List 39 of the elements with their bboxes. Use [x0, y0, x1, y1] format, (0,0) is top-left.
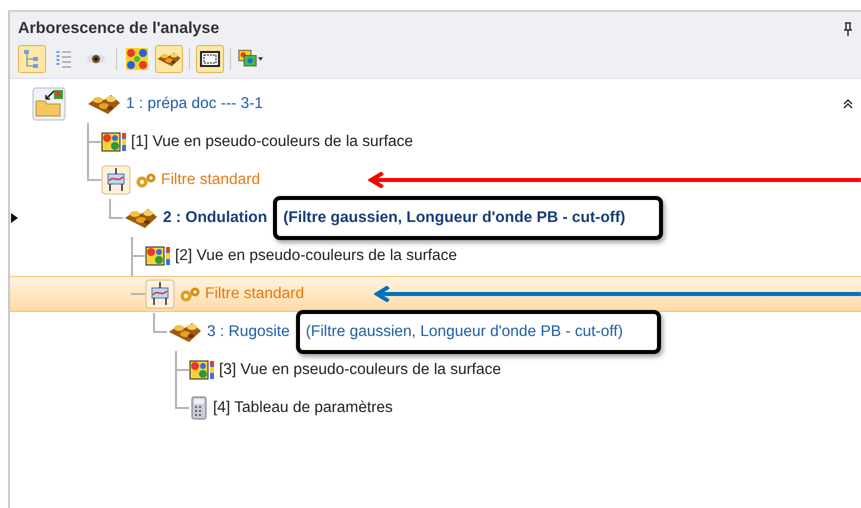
panel-title: Arborescence de l'analyse — [18, 20, 220, 38]
toolbar-button[interactable] — [196, 45, 224, 73]
list-icon — [56, 49, 72, 69]
tree-item-label: [1] Vue en pseudo-couleurs de la surface — [131, 133, 414, 151]
tree-item-label: Filtre standard — [161, 171, 260, 189]
tree-item-label: 2 : Ondulation — [163, 209, 268, 227]
tree-item-label: 1 : prépa doc --- 3-1 — [126, 95, 263, 113]
terrain-surface-icon — [167, 320, 203, 344]
filter-diagram-icon — [145, 279, 175, 309]
tree-item-label: 3 : Rugosite — [207, 323, 290, 341]
color-map-icon — [189, 360, 215, 380]
filter-diagram-icon — [101, 165, 131, 195]
tree-row[interactable]: 1 : prépa doc --- 3-1 — [32, 85, 861, 123]
tree-row[interactable]: 2 : Ondulation (Filtre gaussien, Longueur d'onde PB - cut-off) — [123, 199, 861, 237]
tree-row[interactable]: 3 : Rugosite (Filtre gaussien, Longueur d'onde PB - cut-off) — [167, 313, 861, 351]
color-map-icon — [126, 48, 148, 70]
highlighted-filter-description: (Filtre gaussien, Longueur d'onde PB - cut-off) — [296, 310, 661, 354]
color-map-icon — [101, 132, 127, 152]
eye-icon — [86, 53, 106, 65]
frame-icon — [200, 51, 220, 67]
pin-icon[interactable] — [843, 22, 853, 36]
tree-item-label: [2] Vue en pseudo-couleurs de la surface — [175, 247, 458, 265]
gears-icon — [179, 286, 201, 302]
highlighted-filter-description: (Filtre gaussien, Longueur d'onde PB - cut-off) — [273, 196, 664, 240]
open-folder-icon — [32, 87, 66, 121]
tree-item-label: Filtre standard — [205, 285, 304, 303]
tree-row[interactable]: [1] Vue en pseudo-couleurs de la surface — [101, 123, 861, 161]
tree-row[interactable]: [3] Vue en pseudo-couleurs de la surface — [189, 351, 861, 389]
calculator-icon — [189, 396, 209, 420]
tree-row[interactable]: [2] Vue en pseudo-couleurs de la surface — [145, 237, 861, 275]
tree-item-label: [3] Vue en pseudo-couleurs de la surface — [219, 361, 502, 379]
gears-icon — [135, 172, 157, 188]
color-map-icon — [145, 246, 171, 266]
collapse-all-icon[interactable] — [843, 99, 853, 109]
terrain-surface-icon — [86, 92, 122, 116]
tree-view-icon — [23, 49, 41, 69]
tree-row[interactable]: [4] Tableau de paramètres — [189, 389, 861, 427]
tree-item-label: [4] Tableau de paramètres — [213, 399, 393, 417]
terrain-surface-icon — [123, 206, 159, 230]
